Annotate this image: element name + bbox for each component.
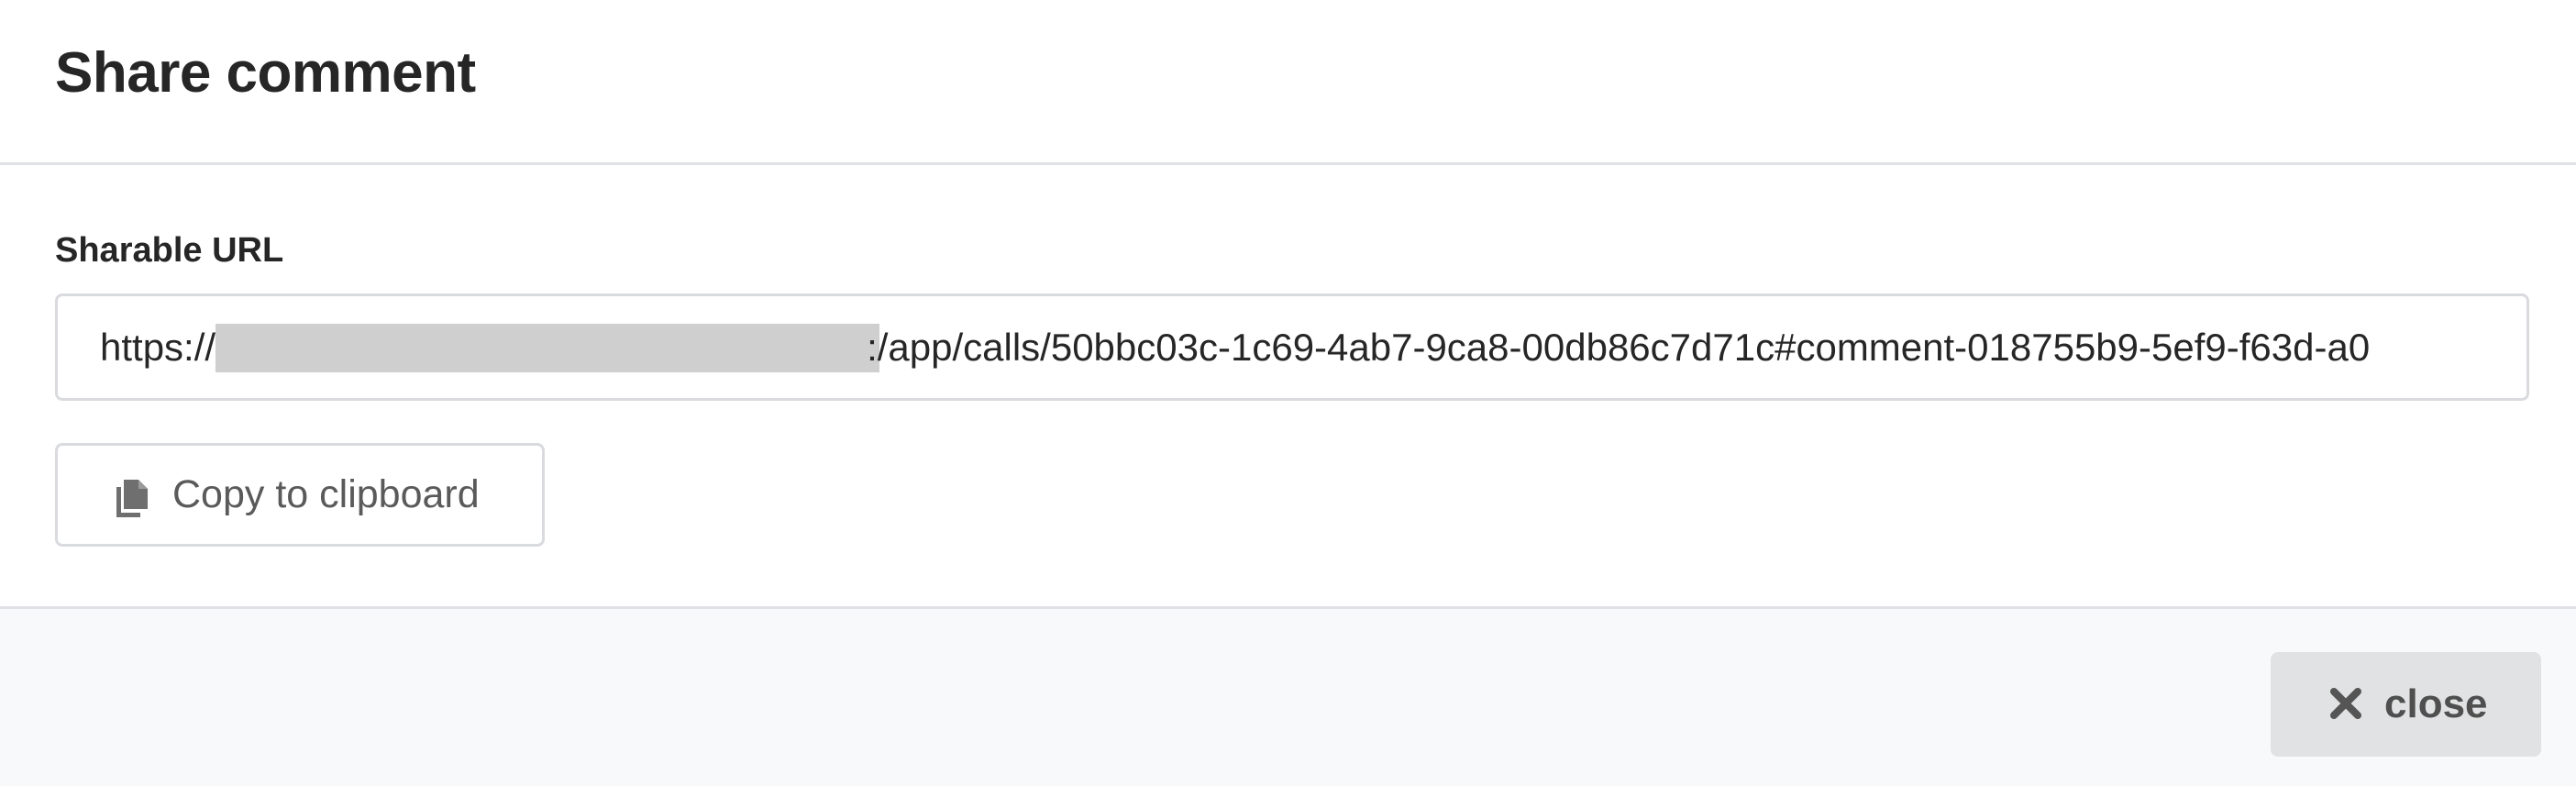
url-path: :/app/calls/50bbc03c-1c69-4ab7-9ca8-00db… <box>867 326 2371 369</box>
copy-icon <box>116 480 148 517</box>
close-button[interactable]: close <box>2271 652 2541 757</box>
times-icon <box>2330 688 2361 719</box>
sharable-url-input[interactable]: https:// :/app/calls/50bbc03c-1c69-4ab7-9… <box>55 293 2529 401</box>
modal-header: Share comment <box>0 0 2576 165</box>
modal-footer: close <box>0 606 2576 786</box>
copy-button-label: Copy to clipboard <box>172 472 480 516</box>
url-prefix: https:// <box>100 326 216 369</box>
modal-body: Sharable URL https:// :/app/calls/50bbc03… <box>0 165 2576 609</box>
url-text: https:// :/app/calls/50bbc03c-1c69-4ab7-9… <box>100 296 2370 398</box>
redacted-hostname <box>216 324 880 372</box>
share-comment-modal: Share comment Sharable URL https:// :/app… <box>0 0 2576 786</box>
copy-to-clipboard-button[interactable]: Copy to clipboard <box>55 443 545 547</box>
close-button-label: close <box>2384 681 2488 726</box>
sharable-url-label: Sharable URL <box>55 231 284 270</box>
modal-title: Share comment <box>55 41 476 105</box>
